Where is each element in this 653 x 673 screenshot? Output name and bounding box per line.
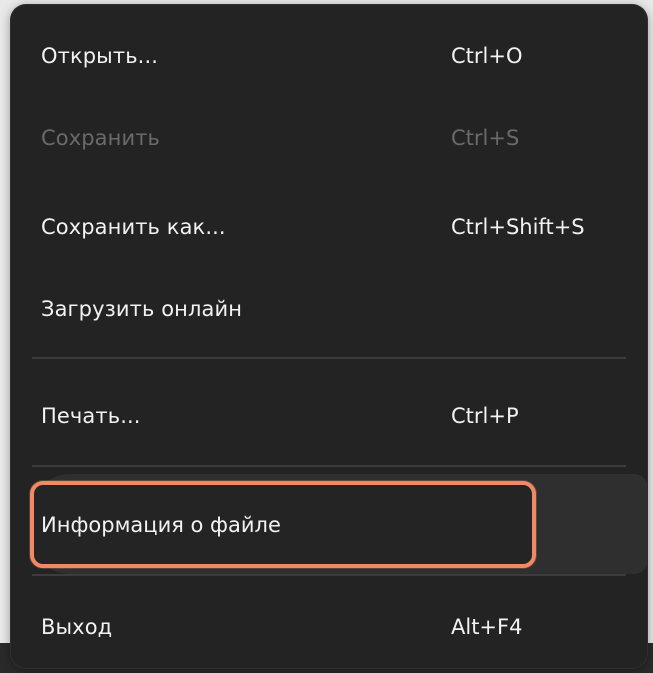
menu-separator [32,574,626,576]
menu-item-save: Сохранить Ctrl+S [10,88,648,188]
menu-item-label: Загрузить онлайн [41,297,243,321]
menu-item-label: Информация о файле [41,512,281,537]
menu-separator [32,465,626,467]
menu-item-label: Сохранить как... [41,215,226,239]
menu-item-shortcut: Alt+F4 [451,615,523,639]
menu-item-upload-online[interactable]: Загрузить онлайн [10,259,648,359]
menu-item-label: Выход [41,615,113,639]
menu-item-shortcut: Ctrl+Shift+S [451,215,585,239]
menu-item-shortcut: Ctrl+P [451,404,519,428]
menu-separator [32,357,626,359]
menu-item-label: Печать... [41,404,141,428]
menu-item-label: Открыть... [41,44,158,68]
screenshot-stage: Открыть... Ctrl+O Сохранить Ctrl+S Сохра… [0,0,653,673]
menu-item-shortcut: Ctrl+S [451,126,520,150]
annotation-highlight-box: Информация о файле [30,481,536,568]
menu-item-label: Сохранить [41,126,161,150]
menu-item-print[interactable]: Печать... Ctrl+P [10,366,648,466]
menu-item-shortcut: Ctrl+O [451,44,523,68]
menu-item-exit[interactable]: Выход Alt+F4 [10,580,648,673]
file-context-menu: Открыть... Ctrl+O Сохранить Ctrl+S Сохра… [10,4,648,669]
